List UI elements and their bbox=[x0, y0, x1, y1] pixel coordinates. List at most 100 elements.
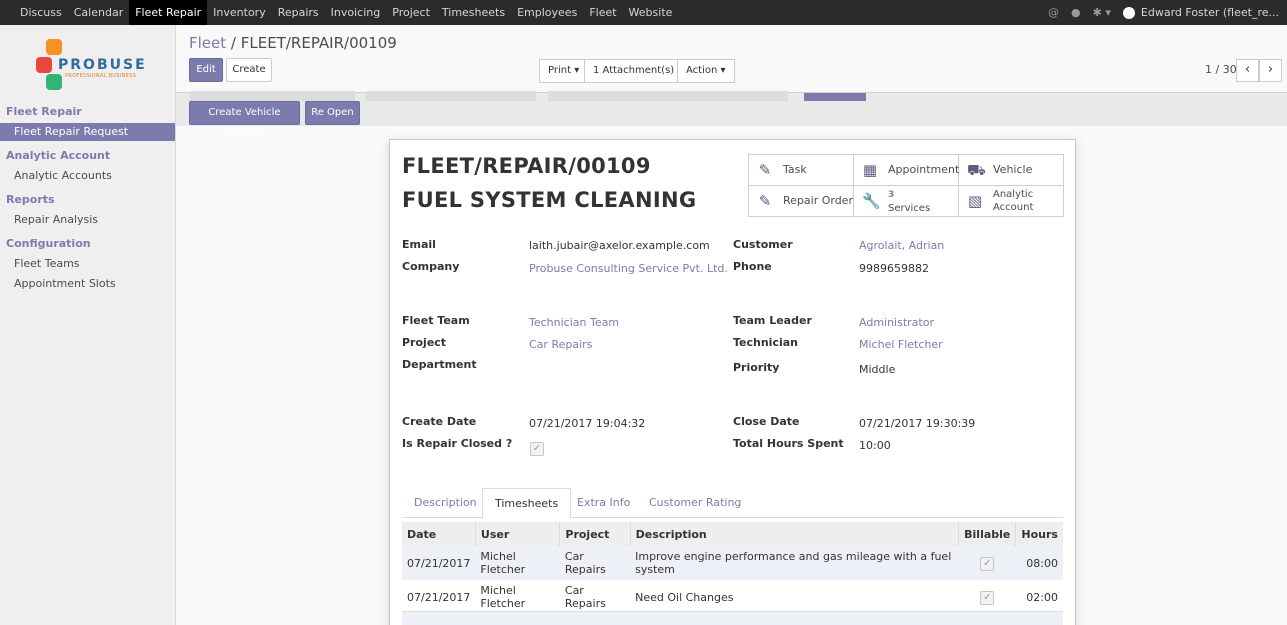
close-date-field[interactable]: 07/21/2017 19:30:39 bbox=[859, 417, 975, 430]
menu-website[interactable]: Website bbox=[623, 0, 679, 25]
sidebar-item-repair-analysis[interactable]: Repair Analysis bbox=[0, 211, 175, 229]
fleet-team-link[interactable]: Technician Team bbox=[529, 316, 619, 329]
technician-link[interactable]: Michel Fletcher bbox=[859, 338, 943, 351]
column-header-user[interactable]: User bbox=[474, 522, 560, 546]
sidebar-section-reports: Reports bbox=[6, 193, 55, 206]
cell-date: 07/21/2017 bbox=[402, 546, 476, 580]
appointment-smart-button[interactable]: ▦ Appointment bbox=[854, 155, 959, 186]
analytic-account-stat: Analytic Account bbox=[993, 188, 1033, 214]
repair-order-smart-button[interactable]: ✎ Repair Order bbox=[749, 186, 854, 217]
edit-button[interactable]: Edit bbox=[189, 58, 223, 82]
services-smart-button[interactable]: 🔧 3 Services bbox=[854, 186, 959, 217]
logo-tagline: PROFESSIONAL BUSINESS bbox=[65, 73, 137, 79]
priority-field[interactable]: Middle bbox=[859, 363, 895, 376]
column-header-description[interactable]: Description bbox=[629, 522, 959, 546]
print-dropdown[interactable]: Print ▾ bbox=[539, 59, 589, 83]
pager-previous-button[interactable]: ‹ bbox=[1236, 59, 1259, 82]
analytic-account-smart-button[interactable]: ▧ Analytic Account bbox=[959, 186, 1064, 217]
is-repair-closed-checkbox[interactable]: ✓ bbox=[530, 442, 544, 456]
create-vehicle-service-button[interactable]: Create Vehicle Service bbox=[189, 101, 300, 140]
menu-employees[interactable]: Employees bbox=[511, 0, 583, 25]
close-date-label: Close Date bbox=[733, 415, 800, 428]
phone-label: Phone bbox=[733, 260, 772, 273]
fleet-team-label: Fleet Team bbox=[402, 314, 470, 327]
pager-next-button[interactable]: › bbox=[1259, 59, 1282, 82]
team-leader-label: Team Leader bbox=[733, 314, 812, 327]
chevron-left-icon: ‹ bbox=[1244, 62, 1251, 77]
phone-field[interactable]: 9989659882 bbox=[859, 262, 929, 275]
sidebar-item-appointment-slots[interactable]: Appointment Slots bbox=[0, 275, 175, 293]
create-date-field[interactable]: 07/21/2017 19:04:32 bbox=[529, 417, 645, 430]
stage-step[interactable] bbox=[366, 91, 536, 101]
column-header-project[interactable]: Project bbox=[559, 522, 631, 546]
menu-repairs[interactable]: Repairs bbox=[272, 0, 325, 25]
bug-icon[interactable]: ✱ ▾ bbox=[1093, 6, 1111, 19]
action-dropdown[interactable]: Action ▾ bbox=[677, 59, 735, 83]
menu-fleet[interactable]: Fleet bbox=[583, 0, 622, 25]
is-repair-closed-label: Is Repair Closed ? bbox=[402, 437, 513, 450]
company-link[interactable]: Probuse Consulting Service Pvt. Ltd. bbox=[529, 262, 728, 275]
logo-hex-orange bbox=[46, 39, 62, 55]
tab-customer-rating[interactable]: Customer Rating bbox=[637, 488, 753, 519]
menu-fleet-repair[interactable]: Fleet Repair bbox=[129, 0, 208, 25]
stage-step[interactable] bbox=[190, 91, 355, 101]
priority-label: Priority bbox=[733, 361, 780, 374]
tab-description[interactable]: Description bbox=[402, 488, 489, 519]
menu-project[interactable]: Project bbox=[386, 0, 436, 25]
attachments-dropdown[interactable]: 1 Attachment(s) ▾ bbox=[584, 59, 692, 83]
email-field[interactable]: laith.jubair@axelor.example.com bbox=[529, 239, 710, 252]
project-label: Project bbox=[402, 336, 447, 349]
notebook-tabs: Description Timesheets Extra Info Custom… bbox=[402, 488, 1063, 519]
at-icon[interactable]: @ bbox=[1048, 6, 1059, 19]
sidebar-item-fleet-repair-request[interactable]: Fleet Repair Request bbox=[0, 123, 175, 141]
stage-step[interactable] bbox=[548, 91, 788, 101]
analytic-account-label-1: Analytic bbox=[993, 189, 1034, 200]
team-leader-link[interactable]: Administrator bbox=[859, 316, 934, 329]
menu-timesheets[interactable]: Timesheets bbox=[436, 0, 511, 25]
billable-checkbox[interactable]: ✓ bbox=[980, 556, 995, 571]
sidebar-section-configuration: Configuration bbox=[6, 237, 91, 250]
column-header-billable[interactable]: Billable bbox=[958, 522, 1016, 546]
avatar[interactable] bbox=[1122, 6, 1135, 19]
action-label: Action bbox=[686, 65, 718, 76]
logo-hex-red bbox=[36, 57, 52, 73]
billable-checkbox[interactable]: ✓ bbox=[980, 590, 995, 605]
book-icon: ▧ bbox=[967, 192, 983, 210]
tab-extra-info[interactable]: Extra Info bbox=[565, 488, 642, 519]
customer-link[interactable]: Agrolait, Adrian bbox=[859, 239, 944, 252]
tab-timesheets[interactable]: Timesheets bbox=[482, 488, 572, 519]
chevron-right-icon: › bbox=[1267, 62, 1274, 77]
column-header-hours[interactable]: Hours bbox=[1015, 522, 1063, 546]
sidebar-item-fleet-teams[interactable]: Fleet Teams bbox=[0, 255, 175, 273]
cell-user: Michel Fletcher bbox=[475, 546, 560, 580]
edit-icon: ✎ bbox=[758, 192, 772, 210]
task-smart-button[interactable]: ✎ Task bbox=[749, 155, 854, 186]
company-logo[interactable]: PROBUSE PROFESSIONAL BUSINESS bbox=[30, 37, 148, 95]
record-title: FUEL SYSTEM CLEANING bbox=[402, 188, 697, 212]
customer-label: Customer bbox=[733, 238, 793, 251]
stage-step-active[interactable] bbox=[804, 93, 866, 101]
project-link[interactable]: Car Repairs bbox=[529, 338, 592, 351]
repair-order-label: Repair Order bbox=[783, 194, 853, 207]
total-hours-field[interactable]: 10:00 bbox=[859, 439, 891, 452]
table-row[interactable]: 07/21/2017 Michel Fletcher Car Repairs N… bbox=[402, 580, 1063, 614]
reopen-button[interactable]: Re Open bbox=[305, 101, 360, 125]
services-label: Services bbox=[888, 203, 931, 214]
technician-label: Technician bbox=[733, 336, 799, 349]
wrench-icon: 🔧 bbox=[862, 192, 881, 210]
topbar-right: @ ● ✱ ▾ Edward Foster (fleet_re... bbox=[1048, 0, 1279, 25]
vehicle-smart-button[interactable]: ⛟ Vehicle bbox=[959, 155, 1064, 186]
menu-discuss[interactable]: Discuss bbox=[14, 0, 68, 25]
create-button[interactable]: Create bbox=[226, 58, 272, 82]
app-menu: Discuss Calendar Fleet Repair Inventory … bbox=[14, 0, 678, 25]
menu-inventory[interactable]: Inventory bbox=[207, 0, 272, 25]
column-header-date[interactable]: Date bbox=[402, 522, 476, 546]
sidebar-item-analytic-accounts[interactable]: Analytic Accounts bbox=[0, 167, 175, 185]
menu-calendar[interactable]: Calendar bbox=[68, 0, 129, 25]
table-row[interactable]: 07/21/2017 Michel Fletcher Car Repairs I… bbox=[402, 546, 1063, 580]
chat-icon[interactable]: ● bbox=[1071, 6, 1081, 19]
breadcrumb-fleet-link[interactable]: Fleet bbox=[189, 34, 226, 52]
cell-project: Car Repairs bbox=[559, 546, 631, 580]
menu-invoicing[interactable]: Invoicing bbox=[325, 0, 387, 25]
user-menu[interactable]: Edward Foster (fleet_re... bbox=[1141, 6, 1279, 19]
